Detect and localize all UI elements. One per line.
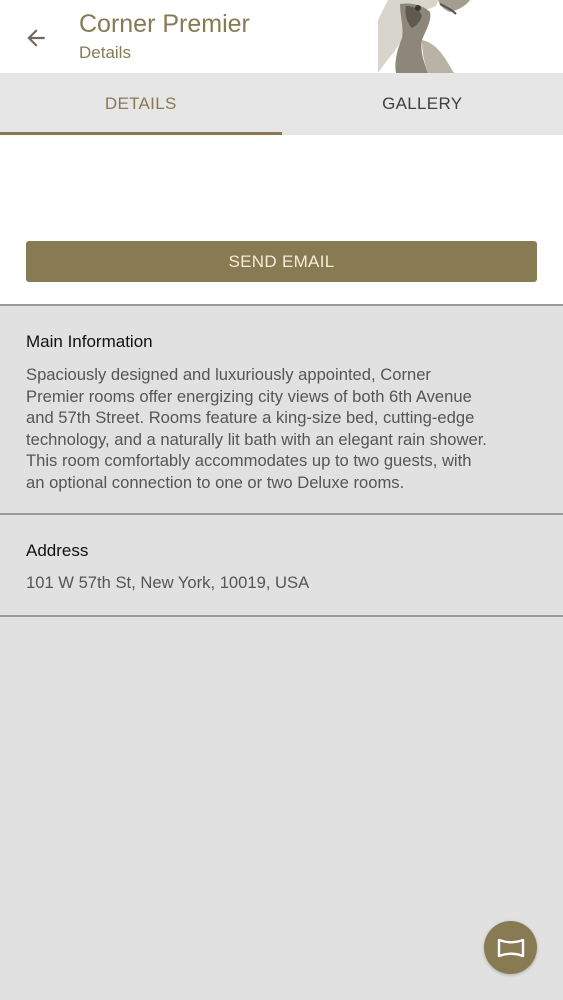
page-title: Corner Premier [79, 10, 250, 38]
divider [0, 615, 563, 617]
send-email-label: SEND EMAIL [228, 251, 335, 271]
main-information-line: an optional connection to one or two Del… [26, 472, 405, 492]
back-button[interactable] [18, 20, 54, 56]
arrow-left-icon [27, 29, 45, 47]
tab-bar: DETAILS GALLERY [0, 73, 563, 135]
app-bar: Corner Premier Details [0, 0, 563, 73]
address-heading: Address [26, 541, 89, 560]
tab-gallery-label: GALLERY [382, 94, 463, 113]
divider [0, 304, 563, 306]
panorama-icon [497, 938, 524, 957]
tab-gallery[interactable]: GALLERY [282, 73, 563, 135]
main-information-line: technology, and a naturally lit bath wit… [26, 429, 487, 449]
main-information-line: Premier rooms offer energizing city view… [26, 386, 472, 406]
main-information-line: This room comfortably accommodates up to… [26, 451, 472, 470]
address-value: 101 W 57th St, New York, 10019, USA [26, 573, 310, 592]
main-information-text: Spaciously designed and luxuriously appo… [26, 364, 541, 493]
tab-details-label: DETAILS [104, 94, 177, 113]
main-information-line: Spaciously designed and luxuriously appo… [26, 365, 431, 384]
send-email-button[interactable]: SEND EMAIL [26, 241, 537, 282]
main-information-line: and 57th Street. Rooms feature a king-si… [26, 408, 475, 427]
page-subtitle: Details [79, 43, 131, 62]
panorama-button[interactable] [484, 921, 537, 974]
divider [0, 513, 563, 515]
header-image [378, 0, 498, 73]
tab-details[interactable]: DETAILS [0, 73, 282, 135]
main-information-heading: Main Information [26, 332, 153, 351]
